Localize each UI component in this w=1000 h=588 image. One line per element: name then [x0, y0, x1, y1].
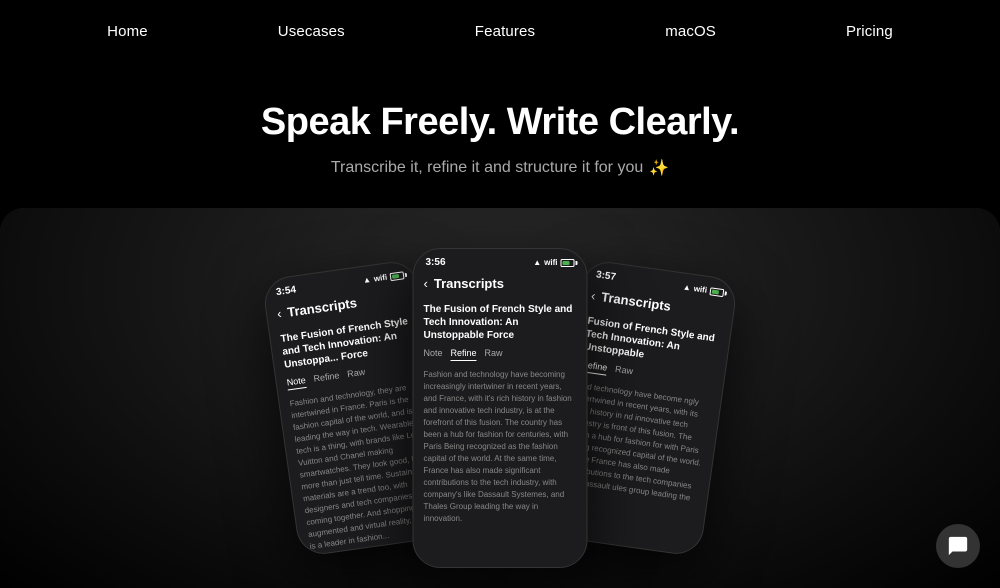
tab-raw-center[interactable]: Raw	[485, 348, 503, 361]
phone-center-body: Fashion and technology have becoming inc…	[424, 369, 577, 525]
nav-item-home[interactable]: Home	[42, 23, 213, 40]
tab-refine-center[interactable]: Refine	[451, 348, 477, 361]
phone-center-time: 3:56	[426, 257, 446, 268]
phone-center-header: ‹ Transcripts	[414, 272, 587, 297]
wifi-icon-center: wifi	[544, 258, 557, 267]
tab-raw-right[interactable]: Raw	[614, 364, 634, 379]
tab-refine[interactable]: Refine	[313, 370, 341, 386]
signal-icon: ▲	[362, 275, 371, 285]
phone-center-content: The Fusion of French Style and Tech Inno…	[414, 297, 587, 531]
nav-item-features[interactable]: Features	[410, 23, 600, 40]
status-icons-center: ▲ wifi	[533, 258, 574, 267]
nav-item-pricing[interactable]: Pricing	[781, 23, 958, 40]
wifi-icon: wifi	[373, 273, 387, 284]
tab-raw[interactable]: Raw	[347, 367, 367, 382]
tab-note[interactable]: Note	[286, 375, 307, 391]
chat-icon	[947, 535, 969, 557]
phone-center-article-title: The Fusion of French Style and Tech Inno…	[424, 303, 577, 342]
signal-icon-center: ▲	[533, 258, 541, 267]
phone-showcase: 3:54 ▲ wifi ‹ Transcripts The Fusion of …	[0, 208, 1000, 588]
hero-section: Speak Freely. Write Clearly. Transcribe …	[0, 63, 1000, 178]
phone-center-statusbar: 3:56 ▲ wifi	[414, 249, 587, 272]
wifi-icon-right: wifi	[693, 284, 707, 295]
status-icons-left: ▲ wifi	[362, 270, 404, 285]
phone-center: 3:56 ▲ wifi ‹ Transcripts The Fusion of …	[413, 248, 588, 568]
nav-item-usecases[interactable]: Usecases	[213, 23, 410, 40]
phone-right-time: 3:57	[595, 269, 616, 283]
phone-right-header-title: Transcripts	[600, 289, 671, 314]
chat-button[interactable]	[936, 524, 980, 568]
battery-icon-right	[709, 287, 724, 297]
tab-note-center[interactable]: Note	[424, 348, 443, 361]
navigation: Home Usecases Features macOS Pricing	[0, 0, 1000, 63]
nav-item-macos[interactable]: macOS	[600, 23, 781, 40]
phone-center-header-title: Transcripts	[434, 276, 504, 291]
sparkle-icon: ✨	[649, 158, 669, 178]
phone-left-header-title: Transcripts	[286, 295, 357, 320]
back-arrow-center-icon: ‹	[424, 276, 428, 291]
hero-subtitle-text: Transcribe it, refine it and structure i…	[331, 159, 643, 177]
signal-icon-right: ▲	[682, 282, 691, 292]
battery-icon-center	[561, 259, 575, 267]
hero-subtitle: Transcribe it, refine it and structure i…	[331, 158, 669, 178]
back-arrow-right-icon: ‹	[590, 288, 596, 303]
battery-icon	[389, 271, 404, 281]
back-arrow-icon: ‹	[276, 306, 282, 321]
status-icons-right: ▲ wifi	[682, 282, 724, 297]
phone-center-tabs: Note Refine Raw	[424, 348, 577, 361]
hero-title: Speak Freely. Write Clearly.	[261, 101, 739, 144]
phone-left-time: 3:54	[275, 284, 296, 298]
